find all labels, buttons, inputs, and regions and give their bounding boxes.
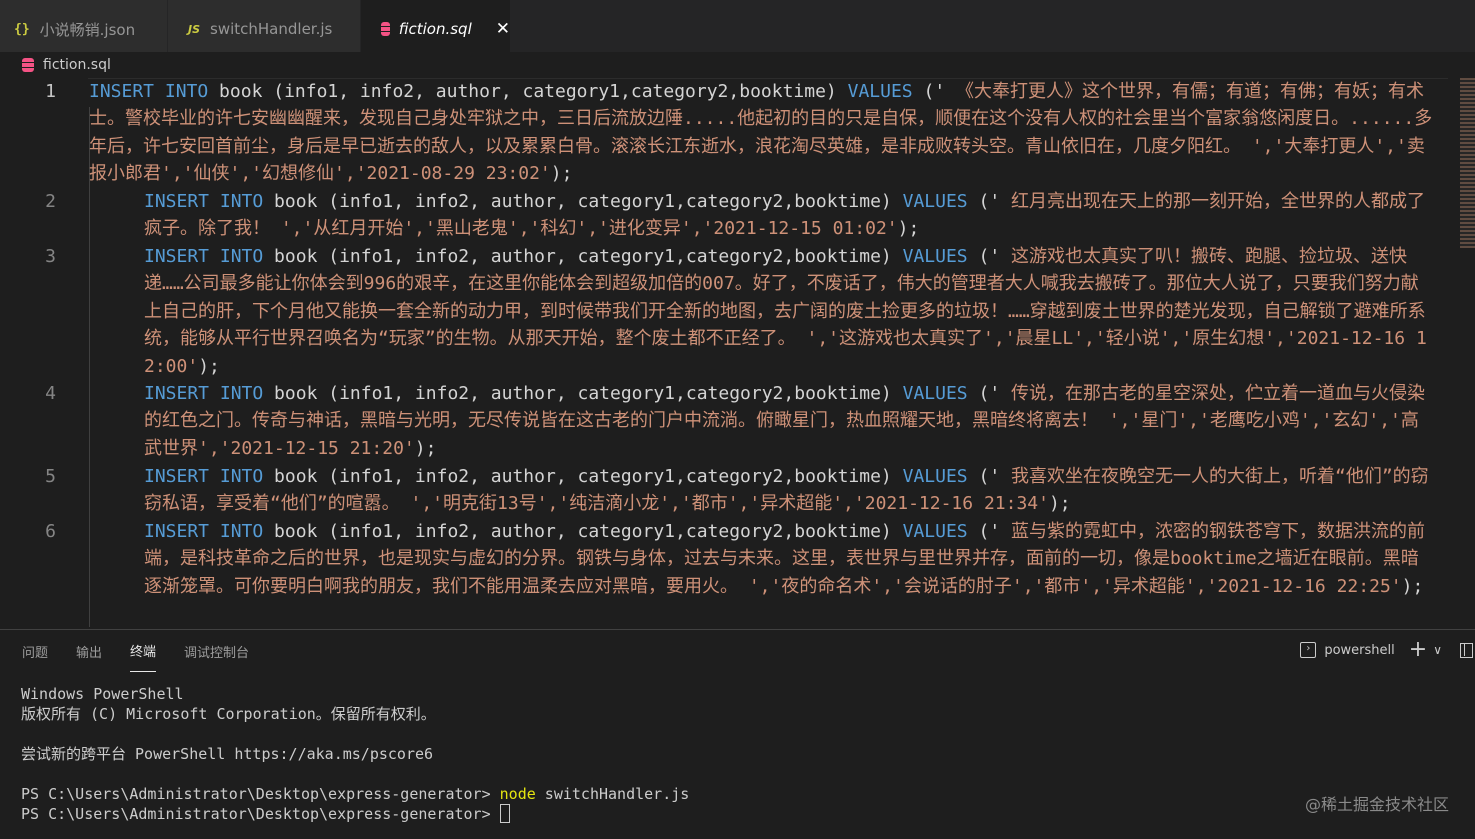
code-text: INSERT INTO book (info1, info2, author, … [144, 521, 1425, 597]
panel-actions: › powershell + ∨ [1300, 639, 1475, 661]
code-line-1[interactable]: 1 INSERT INTO book (info1, info2, author… [0, 78, 1460, 188]
line-number: 3 [45, 246, 56, 267]
javascript-file-icon: JS [188, 22, 201, 36]
terminal-prompt-line: PS C:\Users\Administrator\Desktop\expres… [21, 804, 689, 824]
chevron-down-icon[interactable]: ∨ [1433, 643, 1442, 657]
terminal-prompt: PS C:\Users\Administrator\Desktop\expres… [21, 805, 500, 823]
code-line-3[interactable]: 3 INSERT INTO book (info1, info2, author… [0, 243, 1460, 380]
terminal-line: Windows PowerShell [21, 685, 184, 703]
code-text: INSERT INTO book (info1, info2, author, … [144, 191, 1425, 240]
tab-fiction-sql[interactable]: fiction.sql ✕ [361, 0, 511, 52]
code-text: INSERT INTO book (info1, info2, author, … [89, 81, 1433, 185]
terminal-shell-label[interactable]: powershell [1324, 643, 1394, 658]
code-text: INSERT INTO book (info1, info2, author, … [144, 246, 1427, 377]
split-terminal-icon[interactable] [1460, 642, 1473, 658]
terminal-line: 版权所有 (C) Microsoft Corporation。保留所有权利。 [21, 705, 436, 723]
tab-label: fiction.sql [398, 20, 472, 38]
breadcrumb-file[interactable]: fiction.sql [43, 57, 111, 73]
tab-problems[interactable]: 问题 [22, 630, 48, 672]
tab-terminal[interactable]: 终端 [130, 630, 157, 672]
terminal-line: 尝试新的跨平台 PowerShell https://aka.ms/pscore… [21, 745, 434, 763]
tab-switchhandler-js[interactable]: JS switchHandler.js [168, 0, 361, 52]
code-text: INSERT INTO book (info1, info2, author, … [144, 466, 1429, 515]
watermark: @稀土掘金技术社区 [1304, 795, 1449, 814]
line-number: 6 [45, 521, 56, 542]
tab-output[interactable]: 输出 [76, 630, 102, 672]
tab-label: 小说畅销.json [39, 20, 136, 39]
terminal-icon: › [1300, 642, 1317, 658]
minimap[interactable] [1460, 78, 1475, 248]
terminal-command-args: switchHandler.js [535, 785, 690, 803]
tab-debug-console[interactable]: 调试控制台 [184, 630, 249, 672]
terminal-command-line: PS C:\Users\Administrator\Desktop\expres… [21, 784, 689, 804]
editor-tab-bar: {} 小说畅销.json JS switchHandler.js fiction… [0, 0, 1475, 52]
line-number: 2 [45, 191, 56, 212]
close-icon[interactable]: ✕ [496, 19, 510, 39]
tab-label: switchHandler.js [210, 20, 333, 38]
terminal-prompt: PS C:\Users\Administrator\Desktop\expres… [21, 785, 500, 803]
json-file-icon: {} [14, 21, 30, 37]
database-file-icon [381, 22, 393, 36]
code-line-2[interactable]: 2 INSERT INTO book (info1, info2, author… [0, 188, 1460, 243]
code-line-5[interactable]: 5 INSERT INTO book (info1, info2, author… [0, 463, 1460, 518]
terminal-cursor [499, 804, 510, 823]
code-line-4[interactable]: 4 INSERT INTO book (info1, info2, author… [0, 380, 1460, 463]
line-number: 1 [45, 81, 56, 102]
breadcrumb: fiction.sql [0, 52, 111, 78]
panel-tabs: 问题 输出 终端 调试控制台 [0, 630, 255, 672]
line-number: 5 [45, 466, 56, 487]
database-file-icon [22, 58, 34, 72]
bottom-panel: 问题 输出 终端 调试控制台 › powershell + ∨ Windows … [0, 629, 1475, 839]
line-number: 4 [45, 383, 56, 404]
new-terminal-plus-icon[interactable]: + [1409, 639, 1427, 661]
tab-novel-json[interactable]: {} 小说畅销.json [0, 0, 168, 52]
code-text: INSERT INTO book (info1, info2, author, … [144, 383, 1425, 459]
code-line-6[interactable]: 6 INSERT INTO book (info1, info2, author… [0, 518, 1460, 628]
terminal-output[interactable]: Windows PowerShell 版权所有 (C) Microsoft Co… [21, 684, 689, 824]
terminal-command: node [499, 785, 536, 803]
code-editor[interactable]: 1 INSERT INTO book (info1, info2, author… [0, 78, 1460, 628]
